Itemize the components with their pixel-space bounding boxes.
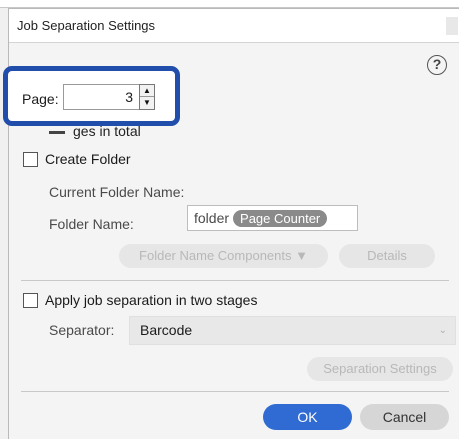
current-folder-name-label: Current Folder Name: [49,184,185,200]
create-folder-checkbox[interactable] [23,151,38,167]
folder-name-components-button[interactable]: Folder Name Components ▼ [119,244,328,268]
create-folder-row[interactable]: Create Folder [23,151,131,167]
separator-value: Barcode [140,322,193,338]
page-spinner-highlight: Page: 3 ▲ ▼ [3,66,180,126]
separator-select[interactable]: Barcode ⌄ [129,316,456,345]
details-button[interactable]: Details [339,244,435,268]
page-number-input[interactable]: 3 [63,84,139,110]
title-bar: Job Separation Settings [9,9,459,43]
folder-name-prefix: folder [194,210,230,226]
checkbox-partial-icon [49,130,65,134]
folder-name-label: Folder Name: [49,216,134,232]
two-stages-checkbox[interactable] [23,292,38,308]
page-spin-buttons[interactable]: ▲ ▼ [139,84,155,110]
create-folder-label: Create Folder [45,151,131,167]
close-icon[interactable] [446,17,458,35]
ok-button[interactable]: OK [263,404,352,430]
folder-name-field[interactable]: folder Page Counter [187,205,358,231]
triangle-up-icon[interactable]: ▲ [140,85,154,97]
two-stages-row[interactable]: Apply job separation in two stages [23,292,257,308]
footer-divider [21,391,449,392]
cancel-button[interactable]: Cancel [360,404,449,430]
two-stages-label: Apply job separation in two stages [45,292,258,308]
dialog-title: Job Separation Settings [17,18,156,33]
separation-settings-button[interactable]: Separation Settings [307,357,453,381]
page-label: Page: [22,91,59,107]
chevron-down-icon: ⌄ [438,325,447,336]
help-icon[interactable]: ? [427,55,447,75]
section-divider [21,280,449,281]
separator-label: Separator: [49,322,115,338]
triangle-down-icon[interactable]: ▼ [140,97,154,109]
page-counter-chip: Page Counter [233,209,328,227]
background-window-strip [0,0,459,8]
